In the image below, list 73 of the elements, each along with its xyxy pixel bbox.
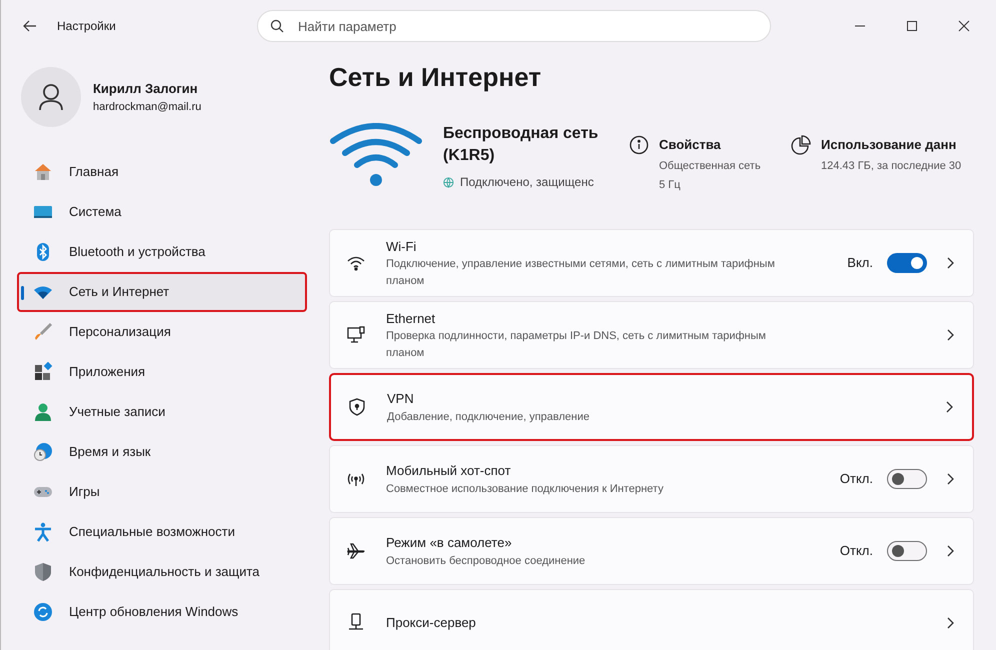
properties-detail: Общественная сеть	[659, 158, 761, 174]
setting-title: VPN	[387, 390, 415, 408]
chevron-icon	[945, 544, 955, 558]
computer-icon	[346, 325, 366, 345]
chevron-icon	[945, 256, 955, 270]
sidebar-item-icon	[33, 322, 53, 342]
properties-title[interactable]: Свойства	[659, 135, 761, 154]
sidebar-item[interactable]: Центр обновления Windows	[17, 592, 307, 632]
sidebar-item-icon	[33, 402, 53, 422]
properties-detail: 5 Гц	[659, 178, 682, 193]
sidebar-item-icon	[33, 522, 53, 542]
toggle-switch[interactable]	[887, 253, 927, 273]
setting-description: Проверка подлинности, параметры IP-и DNS, сеть с лимитным тарифным планом	[386, 329, 767, 361]
pie-chart-icon[interactable]	[791, 135, 811, 155]
back-arrow-icon[interactable]	[23, 20, 37, 32]
sidebar-item-icon	[33, 162, 53, 182]
sidebar-item[interactable]: Главная	[17, 152, 307, 192]
page-title: Сеть и Интернет	[329, 61, 542, 94]
close-icon[interactable]	[958, 20, 970, 32]
sidebar-item[interactable]: Сеть и Интернет	[17, 272, 307, 312]
user-email: hardrockman@mail.ru	[93, 100, 202, 114]
setting-title: Режим «в самолете»	[386, 534, 513, 552]
setting-description: Остановить беспроводное соединение	[386, 554, 586, 568]
toggle-switch[interactable]	[887, 469, 927, 489]
toggle-switch[interactable]	[887, 541, 927, 561]
settings-row[interactable]: VPN Добавление, подключение, управление	[329, 373, 974, 441]
settings-row[interactable]: Ethernet Проверка подлинности, параметры IP-и DNS, сеть с лимитным тарифным планом	[329, 301, 974, 369]
settings-row[interactable]: Мобильный хот-спот Совместное использование подключения к Интернету Откл.	[329, 445, 974, 513]
settings-row[interactable]: Прокси-сервер	[329, 589, 974, 650]
toggle-state-label: Откл.	[840, 542, 873, 560]
sidebar-item[interactable]: Учетные записи	[17, 392, 307, 432]
sidebar-item-icon	[33, 562, 53, 582]
sidebar-item[interactable]: Игры	[17, 472, 307, 512]
sidebar-item[interactable]: Конфиденциальность и защита	[17, 552, 307, 592]
sidebar-item[interactable]: Приложения	[17, 352, 307, 392]
info-icon[interactable]	[629, 135, 649, 155]
search-icon	[270, 19, 284, 33]
sidebar-item[interactable]: Система	[17, 192, 307, 232]
setting-title: Wi-Fi	[386, 238, 418, 256]
setting-title: Ethernet	[386, 310, 436, 328]
sidebar-item[interactable]: Специальные возможности	[17, 512, 307, 552]
data-usage-title[interactable]: Использование данн	[821, 135, 962, 154]
sidebar-item[interactable]: Bluetooth и устройства	[17, 232, 307, 272]
setting-title: Мобильный хот-спот	[386, 462, 512, 480]
data-usage-detail: 124.43 ГБ, за последние 30	[821, 158, 962, 174]
sidebar-item-icon	[33, 362, 53, 382]
sidebar-item[interactable]: Время и язык	[17, 432, 307, 472]
airplane-icon	[346, 541, 366, 561]
user-name: Кирилл Залогин	[93, 80, 199, 98]
maximize-icon[interactable]	[906, 20, 918, 32]
toggle-state-label: Откл.	[840, 470, 873, 488]
connection-status: Подключено, защищенс	[460, 174, 594, 191]
setting-title: Прокси-сервер	[386, 614, 477, 632]
person-icon	[38, 83, 64, 111]
search-field[interactable]: Найти параметр	[257, 10, 771, 42]
window-title: Настройки	[57, 18, 117, 35]
settings-row[interactable]: Режим «в самолете» Остановить беспроводное соединение Откл.	[329, 517, 974, 585]
sidebar-item[interactable]: Персонализация	[17, 312, 307, 352]
shield-icon	[347, 397, 367, 417]
wifi-icon	[329, 123, 423, 189]
network-name: Беспроводная сеть (K1R5)	[443, 124, 600, 166]
chevron-icon	[945, 328, 955, 342]
globe-icon	[443, 176, 454, 188]
setting-description: Подключение, управление известными сетями, сеть с лимитным тарифным планом	[386, 257, 776, 289]
setting-description: Совместное использование подключения к Интернету	[386, 482, 664, 496]
chevron-icon	[945, 616, 955, 630]
sidebar-item-icon	[33, 442, 53, 462]
setting-description: Добавление, подключение, управление	[387, 410, 591, 424]
toggle-state-label: Вкл.	[847, 254, 873, 272]
chevron-icon	[945, 472, 955, 486]
settings-row[interactable]: Wi-Fi Подключение, управление известными сетями, сеть с лимитным тарифным планом Вкл.	[329, 229, 974, 297]
chevron-icon	[944, 400, 954, 414]
sidebar-item-icon	[33, 602, 53, 622]
